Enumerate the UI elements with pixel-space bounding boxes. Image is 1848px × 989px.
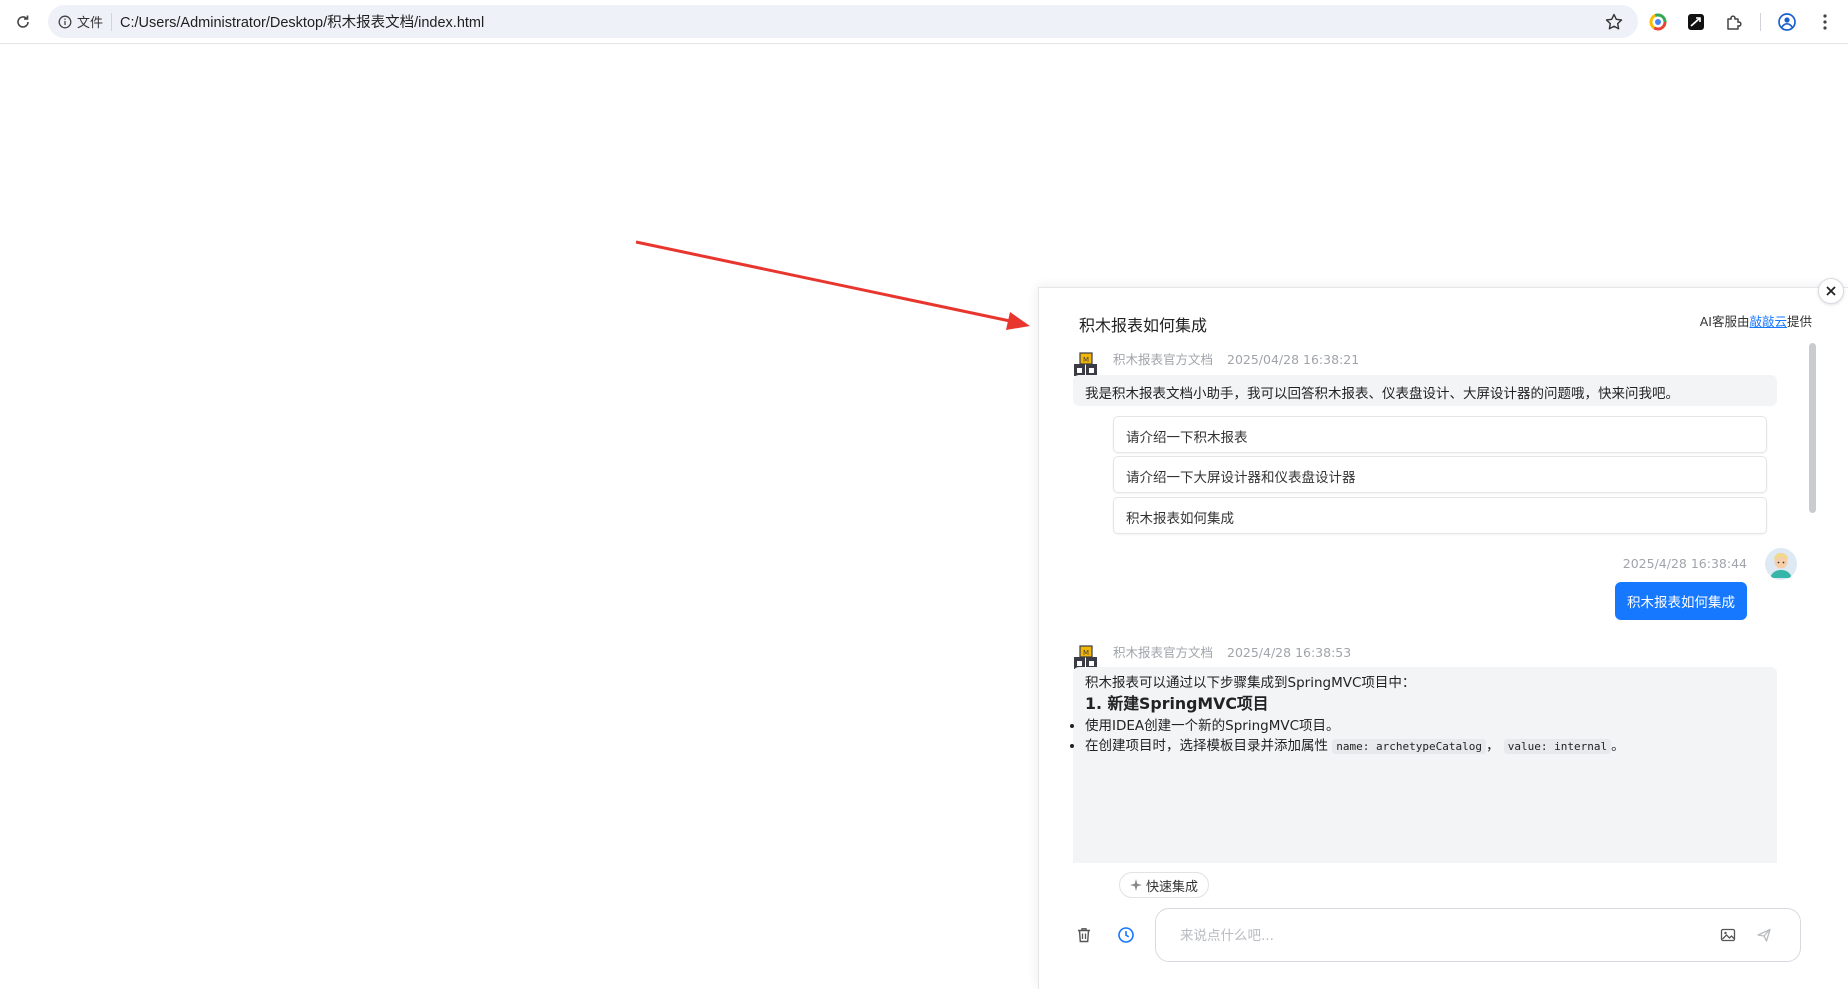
message-list[interactable]: M 积木报表官方文档 2025/04/28 16:38:21 我是积木报表文档小… [1039, 343, 1819, 863]
sparkle-icon [1130, 879, 1142, 891]
suggestion-item[interactable]: 积木报表如何集成 [1113, 497, 1767, 534]
provider-link[interactable]: 敲敲云 [1749, 311, 1787, 330]
message-input[interactable] [1180, 923, 1710, 949]
browser-toolbar: 文件 C:/Users/Administrator/Desktop/积木报表文档… [0, 0, 1848, 44]
inline-code: name: archetypeCatalog [1332, 739, 1486, 754]
reload-icon[interactable] [12, 11, 34, 33]
user-avatar [1765, 548, 1797, 580]
url-text[interactable]: C:/Users/Administrator/Desktop/积木报表文档/in… [120, 11, 484, 32]
close-icon [1826, 286, 1836, 296]
dark-extension-icon[interactable] [1684, 10, 1708, 34]
site-chip-label: 文件 [77, 16, 104, 31]
image-upload-icon[interactable] [1718, 925, 1738, 945]
answer-heading: 1. 新建SpringMVC项目 [1085, 694, 1269, 713]
delete-icon[interactable] [1073, 924, 1095, 946]
suggestion-item[interactable]: 请介绍一下大屏设计器和仪表盘设计器 [1113, 456, 1767, 493]
close-chat-button[interactable] [1818, 278, 1844, 304]
menu-kebab-icon[interactable] [1813, 10, 1837, 34]
provider-suffix: 提供 [1786, 314, 1812, 329]
message-meta: 积木报表官方文档 2025/04/28 16:38:21 [1113, 349, 1369, 368]
bot-answer-bubble: 积木报表可以通过以下步骤集成到SpringMVC项目中： 1. 新建Spring… [1073, 667, 1777, 863]
chat-panel: 积木报表如何集成 AI客服由 敲敲云 提供 M 积木报表官方文档 2025/04… [1038, 287, 1848, 989]
message-input-box [1155, 908, 1801, 962]
chat-title: 积木报表如何集成 [1079, 316, 1208, 335]
answer-intro: 积木报表可以通过以下步骤集成到SpringMVC项目中： [1085, 675, 1416, 691]
message-scrollbar[interactable] [1809, 343, 1816, 513]
site-info-chip[interactable]: 文件 [58, 12, 113, 31]
sender-name: 积木报表官方文档 [1113, 645, 1214, 660]
profile-icon[interactable] [1775, 10, 1799, 34]
send-icon[interactable] [1754, 925, 1774, 945]
history-clock-icon[interactable] [1115, 924, 1137, 946]
sender-name: 积木报表官方文档 [1113, 352, 1214, 367]
suggestion-item[interactable]: 请介绍一下积木报表 [1113, 416, 1767, 453]
bookmark-star-icon[interactable] [1604, 12, 1624, 32]
message-time: 2025/04/28 16:38:21 [1227, 352, 1360, 367]
info-icon [58, 15, 72, 28]
quick-button-label: 快速集成 [1146, 879, 1199, 895]
provider-credit: AI客服由 敲敲云 提供 [1700, 311, 1812, 330]
chrome-extension-icon[interactable] [1646, 10, 1670, 34]
user-message-time: 2025/4/28 16:38:44 [1622, 556, 1747, 571]
user-message-bubble: 积木报表如何集成 [1615, 582, 1747, 620]
address-bar[interactable]: 文件 C:/Users/Administrator/Desktop/积木报表文档… [48, 5, 1638, 38]
answer-bullet: 使用IDEA创建一个新的SpringMVC项目。 [1085, 714, 1765, 734]
quick-integration-button[interactable]: 快速集成 [1119, 872, 1210, 898]
svg-text:M: M [1083, 356, 1089, 364]
provider-prefix: AI客服由 [1699, 314, 1750, 329]
toolbar-divider [1760, 13, 1761, 31]
answer-bullet: 在创建项目时，选择模板目录并添加属性 name: archetypeCatalo… [1085, 734, 1765, 754]
bot-message-bubble: 我是积木报表文档小助手，我可以回答积木报表、仪表盘设计、大屏设计器的问题哦，快来… [1073, 375, 1777, 406]
message-time: 2025/4/28 16:38:53 [1227, 645, 1352, 660]
answer-list: 使用IDEA创建一个新的SpringMVC项目。 在创建项目时，选择模板目录并添… [1085, 714, 1765, 754]
message-meta: 积木报表官方文档 2025/4/28 16:38:53 [1113, 642, 1361, 661]
svg-text:M: M [1083, 649, 1089, 657]
extensions-puzzle-icon[interactable] [1722, 10, 1746, 34]
inline-code: value: internal [1503, 739, 1612, 754]
